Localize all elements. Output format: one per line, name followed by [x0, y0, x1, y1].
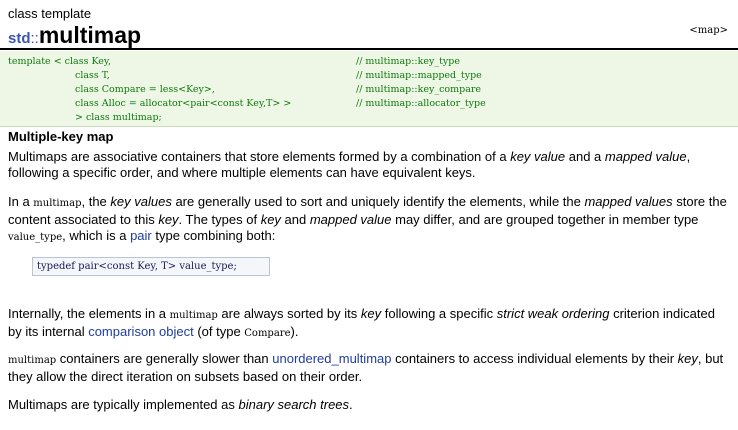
decl-row: class T,: [75, 70, 110, 84]
decl-comment-key-compare: // multimap::key_compare: [356, 84, 482, 95]
value-type-code-box: typedef pair<const Key, T> value_type;: [32, 257, 270, 276]
emphasis: key: [260, 212, 281, 227]
decl-row-compare: class Compare = less<Key>,: [75, 84, 215, 95]
decl-comment: // multimap::key_compare: [356, 84, 481, 98]
page-title: std::multimap: [8, 22, 141, 49]
decl-comment-mapped-type: // multimap::mapped_type: [356, 70, 482, 81]
emphasis: key: [158, 212, 179, 227]
decl-row-t: class T,: [75, 70, 110, 81]
inline-code: Compare: [244, 328, 291, 339]
text: Multimaps are associative containers tha…: [8, 149, 511, 164]
text: Multimaps are typically implemented as: [8, 397, 239, 412]
decl-comment: // multimap::allocator_type: [356, 98, 486, 112]
text: .: [349, 397, 353, 412]
decl-row: class Alloc = allocator<pair<const Key,T…: [75, 98, 291, 112]
class-name: multimap: [38, 22, 142, 48]
scope-separator: ::: [30, 30, 39, 47]
page-header: class template std::multimap <map>: [8, 6, 730, 48]
text: are generally used to sort and uniquely …: [171, 194, 585, 209]
inline-code: multimap: [8, 355, 57, 366]
decl-comment: // multimap::key_type: [356, 56, 460, 70]
decl-comment: // multimap::mapped_type: [356, 70, 482, 84]
text: following a specific: [381, 306, 497, 321]
decl-row: template < class Key,: [8, 56, 111, 70]
emphasis: mapped value: [309, 212, 392, 227]
emphasis: mapped values: [584, 194, 673, 209]
pair-link[interactable]: pair: [130, 228, 152, 243]
text: containers are generally slower than: [56, 351, 273, 366]
paragraph-implementation: Multimaps are typically implemented as b…: [8, 397, 730, 413]
text: type combining both:: [151, 228, 276, 243]
emphasis: mapped value: [604, 149, 687, 164]
emphasis: key value: [510, 149, 566, 164]
text: are always sorted by its: [217, 306, 361, 321]
title-divider: [0, 48, 738, 50]
template-declaration-box: template < class Key, // multimap::key_t…: [0, 51, 738, 127]
text: may differ, and are grouped together in …: [391, 212, 699, 227]
text: , which is a: [62, 228, 131, 243]
decl-row-class-multimap: > class multimap;: [75, 112, 162, 123]
emphasis: key: [360, 306, 382, 321]
inline-code: multimap: [169, 310, 218, 321]
section-title: Multiple-key map: [8, 129, 114, 144]
text: Internally, the elements in a: [8, 306, 170, 321]
emphasis: key: [677, 351, 698, 366]
inline-code: multimap: [33, 198, 82, 209]
decl-comment-allocator-type: // multimap::allocator_type: [356, 98, 486, 109]
header-file-link[interactable]: <map>: [689, 25, 728, 36]
decl-comment-key-type: // multimap::key_type: [356, 56, 460, 67]
decl-row: class Compare = less<Key>,: [75, 84, 215, 98]
text: (of type: [193, 324, 245, 339]
text: and: [280, 212, 310, 227]
text: ).: [290, 324, 299, 339]
decl-row: > class multimap;: [75, 112, 162, 126]
emphasis: key values: [110, 194, 172, 209]
entity-kind-label: class template: [8, 6, 92, 21]
decl-row-template: template < class Key,: [8, 56, 112, 67]
text: and a: [565, 149, 605, 164]
unordered-multimap-link[interactable]: unordered_multimap: [272, 351, 391, 366]
inline-code: value_type: [8, 232, 63, 243]
paragraph-intro: Multimaps are associative containers tha…: [8, 149, 730, 181]
comparison-object-link[interactable]: comparison object: [88, 324, 194, 339]
paragraph-key-values: In a multimap, the key values are genera…: [8, 194, 730, 246]
decl-row-alloc: class Alloc = allocator<pair<const Key,T…: [75, 98, 292, 109]
text: . The types of: [178, 212, 261, 227]
paragraph-ordering: Internally, the elements in a multimap a…: [8, 306, 730, 342]
text: containers to access individual elements…: [391, 351, 678, 366]
namespace-label: std: [8, 30, 31, 47]
paragraph-performance: multimap containers are generally slower…: [8, 351, 730, 385]
text: In a: [8, 194, 34, 209]
emphasis: strict weak ordering: [496, 306, 610, 321]
text: , the: [81, 194, 111, 209]
emphasis: binary search trees: [238, 397, 350, 412]
